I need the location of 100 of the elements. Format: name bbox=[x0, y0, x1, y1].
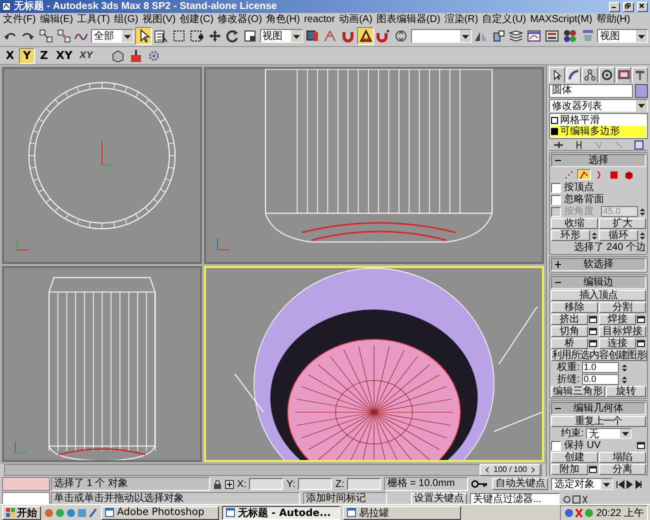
checkbox-label: 按角度 bbox=[564, 206, 594, 217]
subobject-level-button[interactable] bbox=[576, 169, 590, 180]
menu-item[interactable]: 编辑(E) bbox=[40, 13, 74, 26]
stack-item[interactable]: 可编辑多边形 bbox=[551, 126, 646, 137]
menu-item[interactable]: 创建(C) bbox=[180, 13, 214, 26]
taskbar-button[interactable]: 易拉罐 bbox=[343, 506, 461, 520]
panel-button[interactable]: 利用所选内容创建图形 bbox=[551, 350, 648, 361]
panel-button[interactable]: 编辑三角形 bbox=[551, 386, 605, 397]
settings-button[interactable] bbox=[589, 314, 598, 325]
panel-button[interactable]: 挤出 bbox=[551, 314, 588, 325]
coordinate-field[interactable] bbox=[298, 478, 332, 490]
spheres-button[interactable] bbox=[561, 27, 578, 45]
link-icon bbox=[38, 29, 53, 43]
panel-button[interactable]: 焊接 bbox=[599, 314, 636, 325]
settings-button[interactable] bbox=[637, 314, 646, 325]
dropdown[interactable]: 视图 bbox=[596, 29, 648, 43]
percent-magnet-button[interactable] bbox=[374, 27, 392, 45]
settings-button[interactable] bbox=[589, 338, 598, 349]
panel-button[interactable]: 重复上一个 bbox=[551, 416, 646, 427]
checkbox[interactable] bbox=[551, 182, 561, 192]
time-slider-thumb[interactable]: 100 / 100 bbox=[480, 464, 541, 476]
command-panel-tab[interactable] bbox=[582, 67, 598, 83]
panel-button[interactable]: 扩大 bbox=[599, 218, 646, 229]
key-filters-dropdown[interactable]: 关键点过滤器... bbox=[470, 493, 560, 505]
menu-item[interactable]: 组(G) bbox=[114, 13, 138, 26]
dropdown[interactable]: 无 bbox=[586, 428, 632, 439]
panel-button[interactable]: 切角 bbox=[551, 326, 588, 337]
rollout-header[interactable]: 软选择 bbox=[551, 258, 646, 271]
spinner-field[interactable]: 1.0 bbox=[582, 362, 619, 373]
dropdown[interactable]: 视图 bbox=[260, 29, 303, 43]
panel-button[interactable]: 塌陷 bbox=[599, 452, 646, 463]
panel-button[interactable]: 分割 bbox=[599, 302, 646, 313]
command-panel-tab[interactable] bbox=[566, 67, 582, 83]
axis-constraint-button[interactable]: Z bbox=[36, 48, 52, 64]
panel-button[interactable]: 环形 bbox=[551, 230, 590, 241]
start-button[interactable]: 开始 bbox=[2, 506, 41, 520]
key-mode-dropdown[interactable]: 选定对象 bbox=[551, 478, 614, 490]
settings-button[interactable] bbox=[589, 464, 598, 475]
select-list-icon bbox=[154, 29, 168, 43]
menu-item[interactable]: 工具(T) bbox=[77, 13, 110, 26]
select-arrow-button[interactable] bbox=[135, 27, 152, 45]
menu-item[interactable]: 渲染(R) bbox=[444, 13, 478, 26]
panel-button[interactable]: 旋转 bbox=[606, 386, 646, 397]
color-swatch[interactable] bbox=[635, 84, 648, 98]
menu-item[interactable]: 帮助(H) bbox=[596, 13, 630, 26]
panel-button[interactable]: 附加 bbox=[551, 464, 588, 475]
panel-button[interactable]: 桥 bbox=[551, 338, 588, 349]
command-panel-tab[interactable] bbox=[599, 67, 615, 83]
close-button[interactable] bbox=[637, 2, 648, 12]
menu-item[interactable]: MAXScript(M) bbox=[530, 13, 592, 26]
command-panel-tab[interactable] bbox=[549, 67, 565, 83]
axis-constraint-button[interactable]: Y bbox=[19, 48, 35, 64]
settings-button[interactable] bbox=[637, 440, 646, 451]
rollout-header[interactable]: 编辑几何体 bbox=[551, 402, 646, 415]
stack-item[interactable]: 网格平滑 bbox=[551, 115, 646, 126]
rollout-header[interactable]: 编辑边 bbox=[551, 276, 646, 289]
auto-key-button[interactable]: 自动关键点 bbox=[492, 478, 548, 490]
panel-button[interactable]: 收缩 bbox=[551, 218, 598, 229]
named-selection-field[interactable] bbox=[410, 29, 472, 43]
axis-constraint-button[interactable]: XY bbox=[76, 48, 96, 64]
spinner-field[interactable]: 0.0 bbox=[582, 374, 619, 385]
object-name-field[interactable]: 圆体 bbox=[549, 84, 633, 98]
panel-button[interactable]: 插入顶点 bbox=[551, 290, 646, 301]
menu-item[interactable]: 角色(H) bbox=[266, 13, 300, 26]
settings-button[interactable] bbox=[589, 326, 598, 337]
unlink-button[interactable] bbox=[55, 27, 72, 45]
dropdown[interactable]: 全部 bbox=[90, 29, 134, 43]
rollout-header[interactable]: 选择 bbox=[551, 154, 646, 167]
command-panel-tab[interactable] bbox=[632, 67, 648, 83]
angle-magnet-button[interactable] bbox=[357, 27, 374, 45]
settings-button[interactable] bbox=[637, 338, 646, 349]
set-key-button[interactable]: 设置关键点 bbox=[411, 493, 467, 505]
axis-constraint-button[interactable]: X bbox=[2, 48, 18, 64]
axis-constraint-button[interactable]: XY bbox=[53, 48, 76, 64]
panel-button[interactable]: 创建 bbox=[551, 452, 598, 463]
command-panel-tab[interactable] bbox=[616, 67, 632, 83]
link-button[interactable] bbox=[38, 27, 54, 45]
panel-button[interactable]: 移除 bbox=[551, 302, 598, 313]
curve-editor-icon bbox=[527, 29, 542, 43]
taskbar-button[interactable]: 无标题 - Autode... bbox=[222, 506, 340, 520]
checkbox[interactable] bbox=[551, 440, 561, 450]
panel-button[interactable]: 分离 bbox=[599, 464, 646, 475]
coordinate-field[interactable] bbox=[347, 478, 382, 490]
panel-button[interactable]: 目标焊接 bbox=[599, 326, 646, 337]
menu-item[interactable]: 自定义(U) bbox=[482, 13, 526, 26]
menu-item[interactable]: 修改器(O) bbox=[218, 13, 262, 26]
maximize-button[interactable] bbox=[623, 2, 634, 12]
panel-button[interactable]: 循环 bbox=[599, 230, 638, 241]
checkbox[interactable] bbox=[551, 194, 561, 204]
script-listener-field[interactable] bbox=[2, 477, 50, 491]
menu-item[interactable]: 文件(F) bbox=[3, 13, 36, 26]
taskbar-button[interactable]: Adobe Photoshop bbox=[101, 506, 219, 520]
menu-item[interactable]: 视图(V) bbox=[142, 13, 176, 26]
panel-button[interactable]: 连接 bbox=[599, 338, 636, 349]
modifier-list-dropdown[interactable]: 修改器列表 bbox=[549, 99, 648, 112]
minimize-button[interactable] bbox=[609, 2, 620, 12]
coordinate-field[interactable] bbox=[249, 478, 284, 490]
menu-item[interactable]: 动画(A) bbox=[339, 13, 372, 26]
menu-item[interactable]: 图表编辑器(D) bbox=[376, 13, 440, 26]
menu-item[interactable]: reactor bbox=[304, 13, 336, 26]
